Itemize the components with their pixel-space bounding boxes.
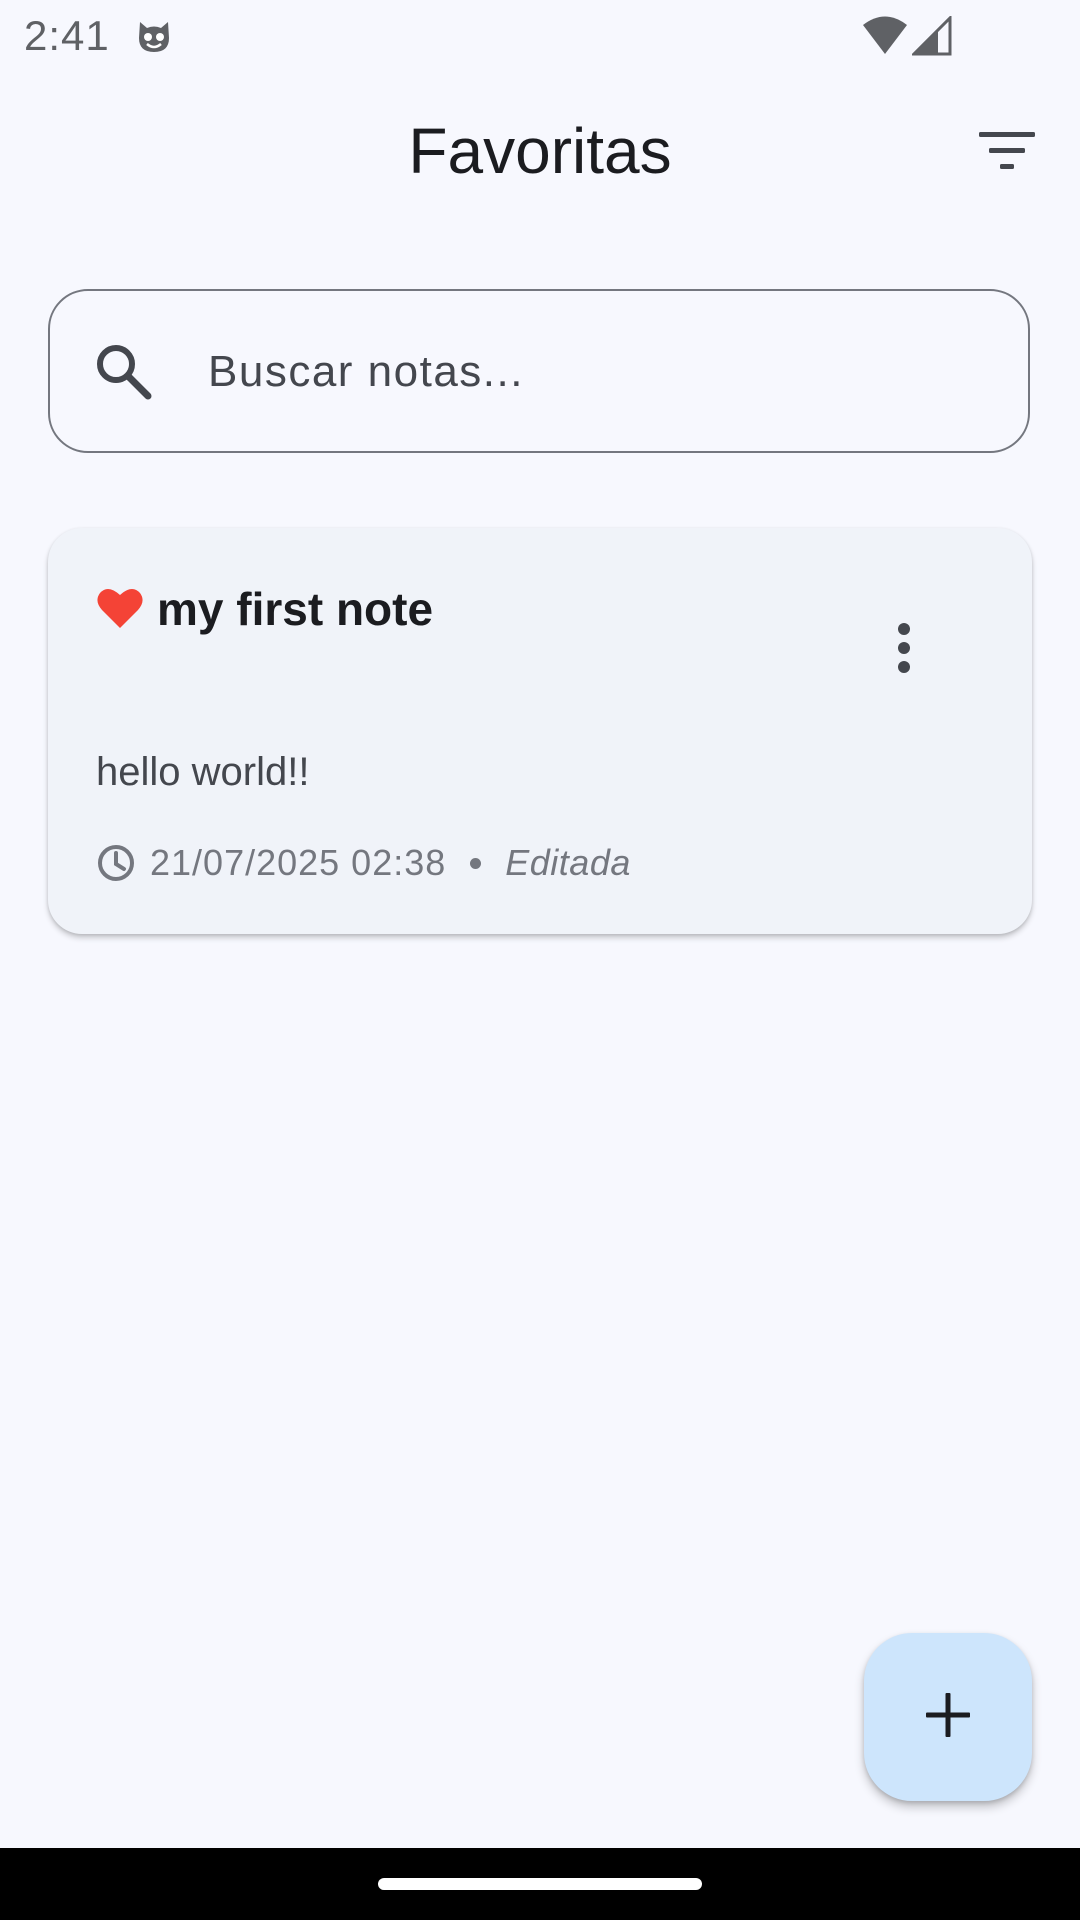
more-options-button[interactable] <box>874 610 934 690</box>
meta-separator-dot <box>470 857 482 869</box>
search-bar[interactable] <box>48 289 1030 453</box>
filter-button[interactable] <box>962 124 1052 184</box>
status-time: 2:41 <box>24 12 110 59</box>
page-title: Favoritas <box>408 115 672 187</box>
home-indicator[interactable] <box>378 1878 702 1890</box>
signal-icon <box>910 14 952 56</box>
note-title: my first note <box>157 583 434 635</box>
cat-face-icon <box>134 16 174 56</box>
filter-icon <box>979 131 1035 177</box>
app-bar: Favoritas <box>0 74 1080 234</box>
search-input[interactable] <box>206 291 998 453</box>
heart-icon[interactable] <box>96 586 144 630</box>
search-icon <box>92 340 154 402</box>
add-note-button[interactable] <box>864 1633 1032 1801</box>
note-edited-label: Editada <box>505 842 631 883</box>
navigation-bar <box>0 1848 1080 1920</box>
clock-icon <box>96 843 136 883</box>
note-card[interactable]: my first note hello world!! 21/07/2025 0… <box>48 528 1032 934</box>
note-body: hello world!! <box>96 750 310 794</box>
status-bar: 2:41 <box>0 0 1080 74</box>
plus-icon <box>924 1691 972 1744</box>
more-vert-icon <box>897 622 911 678</box>
note-meta: 21/07/2025 02:38 Editada <box>96 841 631 885</box>
note-date: 21/07/2025 02:38 <box>150 842 447 883</box>
wifi-icon <box>862 14 908 56</box>
